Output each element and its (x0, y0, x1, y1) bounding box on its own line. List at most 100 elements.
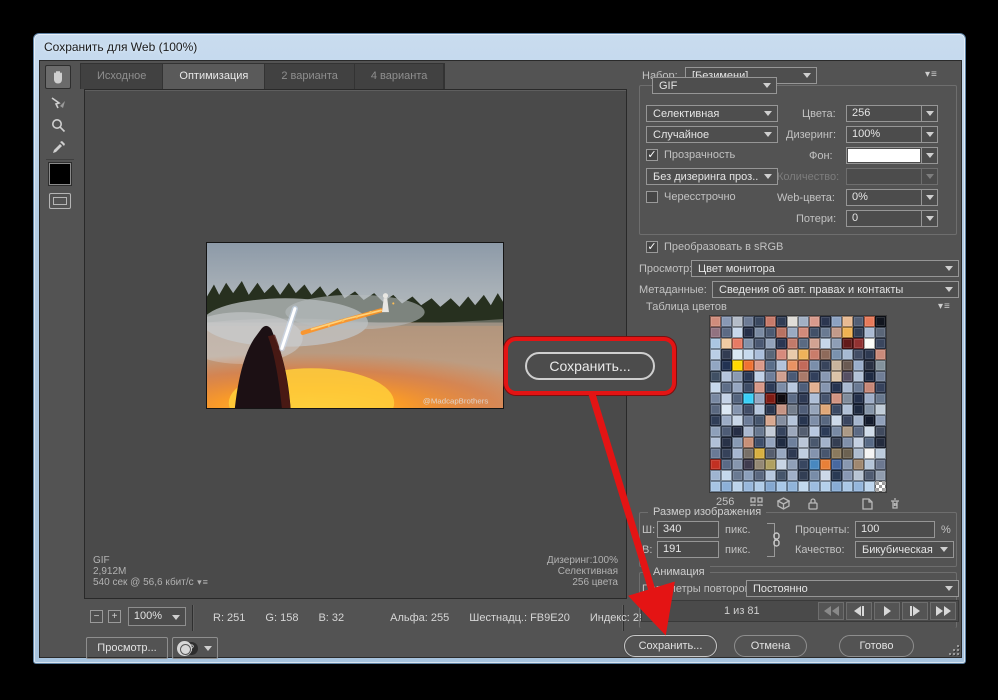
color-swatch[interactable] (831, 371, 842, 382)
color-swatch[interactable] (732, 459, 743, 470)
color-swatch[interactable] (743, 448, 754, 459)
dither-algorithm-select[interactable]: Случайное (646, 126, 778, 143)
color-swatch[interactable] (721, 470, 732, 481)
color-swatch[interactable] (754, 327, 765, 338)
color-swatch[interactable] (776, 393, 787, 404)
hand-tool[interactable] (45, 65, 71, 89)
color-swatch[interactable] (809, 415, 820, 426)
color-swatch[interactable] (710, 448, 721, 459)
color-swatch[interactable] (721, 382, 732, 393)
color-swatch[interactable] (853, 448, 864, 459)
color-swatch[interactable] (798, 481, 809, 492)
color-swatch[interactable] (864, 448, 875, 459)
color-swatch[interactable] (743, 470, 754, 481)
color-swatch[interactable] (743, 481, 754, 492)
color-swatch[interactable] (765, 393, 776, 404)
color-swatch[interactable] (820, 349, 831, 360)
color-swatch[interactable] (809, 404, 820, 415)
color-swatch[interactable] (820, 393, 831, 404)
color-swatch[interactable] (787, 426, 798, 437)
color-swatch[interactable] (776, 404, 787, 415)
dither-select[interactable]: 100% (846, 126, 938, 143)
color-swatch[interactable] (776, 470, 787, 481)
color-swatch[interactable] (809, 426, 820, 437)
color-swatch[interactable] (732, 470, 743, 481)
color-swatch[interactable] (776, 382, 787, 393)
color-swatch[interactable] (875, 426, 886, 437)
resize-grip[interactable] (947, 643, 959, 655)
color-swatch[interactable] (743, 426, 754, 437)
color-swatch[interactable] (842, 382, 853, 393)
color-swatch[interactable] (765, 327, 776, 338)
color-swatch[interactable] (820, 327, 831, 338)
color-swatch[interactable] (853, 327, 864, 338)
color-swatch[interactable] (853, 470, 864, 481)
color-swatch[interactable] (875, 448, 886, 459)
color-swatch[interactable] (732, 349, 743, 360)
color-swatch[interactable] (721, 437, 732, 448)
prev-frame-button[interactable] (846, 602, 872, 620)
color-swatch[interactable] (809, 459, 820, 470)
color-swatch[interactable] (721, 360, 732, 371)
color-swatch[interactable] (842, 481, 853, 492)
color-swatch[interactable] (776, 360, 787, 371)
color-swatch[interactable] (875, 404, 886, 415)
color-swatch[interactable] (754, 338, 765, 349)
color-swatch[interactable] (831, 426, 842, 437)
color-swatch[interactable] (798, 382, 809, 393)
color-swatch[interactable] (831, 415, 842, 426)
websnap-select[interactable]: 0% (846, 189, 938, 206)
color-swatch[interactable] (787, 404, 798, 415)
color-swatch[interactable] (798, 393, 809, 404)
color-swatch[interactable] (765, 382, 776, 393)
color-swatch[interactable] (798, 371, 809, 382)
color-swatch[interactable] (754, 404, 765, 415)
color-swatch[interactable] (743, 404, 754, 415)
color-swatch[interactable] (765, 404, 776, 415)
color-swatch[interactable] (798, 327, 809, 338)
color-swatch[interactable] (820, 459, 831, 470)
color-swatch[interactable] (710, 327, 721, 338)
color-swatch[interactable] (842, 316, 853, 327)
color-swatch[interactable] (787, 481, 798, 492)
color-swatch[interactable] (798, 349, 809, 360)
color-swatch[interactable] (710, 459, 721, 470)
color-swatch[interactable] (831, 448, 842, 459)
first-frame-button[interactable] (818, 602, 844, 620)
color-swatch[interactable] (754, 360, 765, 371)
color-swatch[interactable] (820, 360, 831, 371)
color-swatch[interactable] (820, 481, 831, 492)
color-swatch[interactable] (776, 481, 787, 492)
color-swatch[interactable] (776, 415, 787, 426)
color-swatch[interactable] (842, 371, 853, 382)
height-input[interactable]: 191 (657, 541, 719, 558)
color-swatch[interactable] (864, 382, 875, 393)
color-swatch[interactable] (743, 382, 754, 393)
color-swatch[interactable] (710, 481, 721, 492)
color-swatch[interactable] (787, 393, 798, 404)
color-swatch[interactable] (765, 338, 776, 349)
color-swatch[interactable] (875, 459, 886, 470)
color-swatch[interactable] (765, 470, 776, 481)
color-swatch[interactable] (820, 316, 831, 327)
color-swatch[interactable] (853, 316, 864, 327)
color-swatch[interactable] (721, 415, 732, 426)
color-swatch[interactable] (710, 437, 721, 448)
loop-select[interactable]: Постоянно (746, 580, 959, 597)
color-swatch[interactable] (842, 360, 853, 371)
color-swatch[interactable] (710, 316, 721, 327)
color-swatch[interactable] (842, 393, 853, 404)
color-swatch[interactable] (776, 316, 787, 327)
color-swatch[interactable] (776, 349, 787, 360)
transparency-dither-select[interactable]: Без дизеринга проз... (646, 168, 778, 185)
color-swatch[interactable] (743, 349, 754, 360)
color-swatch[interactable] (864, 470, 875, 481)
color-swatch[interactable] (831, 349, 842, 360)
color-swatch[interactable] (721, 327, 732, 338)
lossy-select[interactable]: 0 (846, 210, 938, 227)
color-swatch[interactable] (754, 459, 765, 470)
color-swatch[interactable] (721, 393, 732, 404)
color-swatch[interactable] (809, 448, 820, 459)
color-swatch[interactable] (875, 327, 886, 338)
color-swatch[interactable] (765, 437, 776, 448)
